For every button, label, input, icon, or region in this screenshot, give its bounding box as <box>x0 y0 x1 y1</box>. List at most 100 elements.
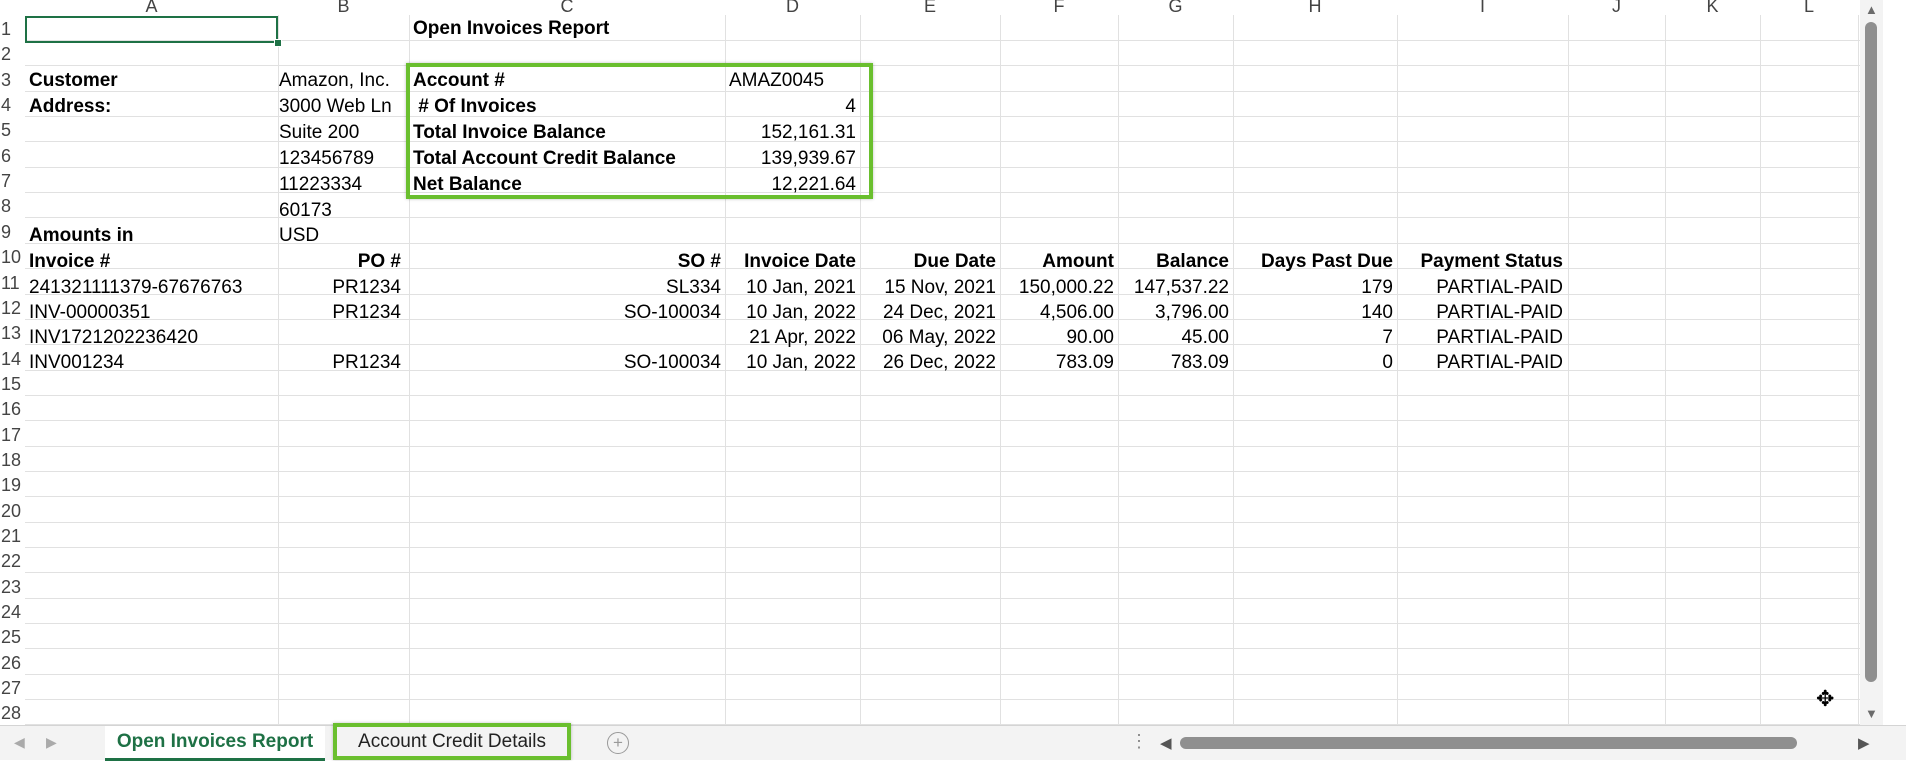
tab-splitter-icon[interactable]: ⋮ <box>1130 731 1148 752</box>
spreadsheet-grid[interactable]: ABCDEFGHIJKL 1 2 3 4 5 6 7 8 9 10 11 12 13 14 15 16 17 18… <box>0 0 1883 725</box>
days-past-due-cell[interactable]: 7 <box>1233 325 1397 351</box>
address-label[interactable]: Address: <box>25 94 279 120</box>
row-header-24[interactable]: 24 <box>0 599 26 624</box>
row-header-13[interactable]: 13 <box>0 320 26 345</box>
row-header-23[interactable]: 23 <box>0 574 26 599</box>
so-cell[interactable]: SL334 <box>409 275 725 301</box>
chevron-right-icon[interactable]: ▶ <box>46 734 57 751</box>
header-po-number[interactable]: PO # <box>275 249 405 275</box>
due-date-cell[interactable]: 15 Nov, 2021 <box>860 275 1000 301</box>
invoice-cell[interactable]: 241321111379-67676763 <box>25 275 279 301</box>
address-line-3[interactable]: 123456789 <box>275 146 409 172</box>
amount-cell[interactable]: 90.00 <box>1000 325 1118 351</box>
amounts-in-label[interactable]: Amounts in <box>25 223 279 249</box>
column-header-a[interactable]: A <box>25 0 278 14</box>
column-header-i[interactable]: I <box>1397 0 1568 14</box>
po-cell[interactable]: PR1234 <box>275 350 405 376</box>
header-invoice-date[interactable]: Invoice Date <box>725 249 860 275</box>
row-header-19[interactable]: 19 <box>0 472 26 497</box>
row-header-8[interactable]: 8 <box>0 193 26 218</box>
column-header-k[interactable]: K <box>1665 0 1760 14</box>
row-header-20[interactable]: 20 <box>0 498 26 523</box>
header-amount[interactable]: Amount <box>1000 249 1118 275</box>
column-header-h[interactable]: H <box>1233 0 1397 14</box>
vertical-scrollbar[interactable]: ▲ ▼ <box>1860 0 1883 725</box>
row-header-4[interactable]: 4 <box>0 92 26 117</box>
row-header-18[interactable]: 18 <box>0 447 26 472</box>
scroll-down-arrow-icon[interactable]: ▼ <box>1865 706 1878 721</box>
balance-cell[interactable]: 3,796.00 <box>1118 300 1233 326</box>
amount-cell[interactable]: 4,506.00 <box>1000 300 1118 326</box>
chevron-left-icon[interactable]: ◀ <box>14 734 25 751</box>
so-cell[interactable]: SO-100034 <box>409 300 725 326</box>
customer-value[interactable]: Amazon, Inc. <box>275 68 409 94</box>
address-line-2[interactable]: Suite 200 <box>275 120 409 146</box>
fill-handle[interactable] <box>274 39 282 47</box>
row-header-6[interactable]: 6 <box>0 143 26 168</box>
po-cell[interactable]: PR1234 <box>275 275 405 301</box>
customer-label[interactable]: Customer <box>25 68 279 94</box>
so-cell[interactable]: SO-100034 <box>409 350 725 376</box>
row-header-27[interactable]: 27 <box>0 675 26 700</box>
address-line-4[interactable]: 11223334 <box>275 172 409 198</box>
amounts-in-value[interactable]: USD <box>275 223 409 249</box>
scroll-left-arrow-icon[interactable]: ◀ <box>1160 734 1172 752</box>
balance-cell[interactable]: 147,537.22 <box>1118 275 1233 301</box>
header-so-number[interactable]: SO # <box>409 249 725 275</box>
row-header-26[interactable]: 26 <box>0 650 26 675</box>
invoice-cell[interactable]: INV001234 <box>25 350 279 376</box>
row-header-5[interactable]: 5 <box>0 117 26 142</box>
due-date-cell[interactable]: 24 Dec, 2021 <box>860 300 1000 326</box>
row-header-25[interactable]: 25 <box>0 624 26 649</box>
row-header-9[interactable]: 9 <box>0 219 26 244</box>
row-header-1[interactable]: 1 <box>0 16 26 41</box>
payment-status-cell[interactable]: PARTIAL-PAID <box>1397 350 1567 376</box>
po-cell[interactable]: PR1234 <box>275 300 405 326</box>
column-header-j[interactable]: J <box>1568 0 1665 14</box>
invoice-date-cell[interactable]: 10 Jan, 2021 <box>725 275 860 301</box>
invoice-date-cell[interactable]: 10 Jan, 2022 <box>725 300 860 326</box>
due-date-cell[interactable]: 06 May, 2022 <box>860 325 1000 351</box>
payment-status-cell[interactable]: PARTIAL-PAID <box>1397 300 1567 326</box>
row-header-11[interactable]: 11 <box>0 270 26 295</box>
row-header-15[interactable]: 15 <box>0 371 26 396</box>
row-header-7[interactable]: 7 <box>0 168 26 193</box>
row-header-2[interactable]: 2 <box>0 41 26 66</box>
invoice-cell[interactable]: INV-00000351 <box>25 300 279 326</box>
row-header-14[interactable]: 14 <box>0 346 26 371</box>
amount-cell[interactable]: 783.09 <box>1000 350 1118 376</box>
scroll-right-arrow-icon[interactable]: ▶ <box>1858 734 1870 752</box>
address-line-1[interactable]: 3000 Web Ln <box>275 94 409 120</box>
header-days-past-due[interactable]: Days Past Due <box>1233 249 1397 275</box>
header-due-date[interactable]: Due Date <box>860 249 1000 275</box>
column-header-l[interactable]: L <box>1760 0 1858 14</box>
column-header-e[interactable]: E <box>860 0 1000 14</box>
vertical-scroll-thumb[interactable] <box>1865 22 1877 682</box>
header-balance[interactable]: Balance <box>1118 249 1233 275</box>
tab-open-invoices-report[interactable]: Open Invoices Report <box>105 726 325 761</box>
days-past-due-cell[interactable]: 140 <box>1233 300 1397 326</box>
header-payment-status[interactable]: Payment Status <box>1397 249 1567 275</box>
column-header-g[interactable]: G <box>1118 0 1233 14</box>
payment-status-cell[interactable]: PARTIAL-PAID <box>1397 275 1567 301</box>
plus-circle-icon[interactable]: + <box>607 732 629 754</box>
balance-cell[interactable]: 45.00 <box>1118 325 1233 351</box>
payment-status-cell[interactable]: PARTIAL-PAID <box>1397 325 1567 351</box>
days-past-due-cell[interactable]: 179 <box>1233 275 1397 301</box>
row-header-21[interactable]: 21 <box>0 523 26 548</box>
row-header-10[interactable]: 10 <box>0 244 26 269</box>
balance-cell[interactable]: 783.09 <box>1118 350 1233 376</box>
row-header-28[interactable]: 28 <box>0 700 26 725</box>
row-header-3[interactable]: 3 <box>0 67 26 92</box>
row-header-12[interactable]: 12 <box>0 295 26 320</box>
row-header-22[interactable]: 22 <box>0 548 26 573</box>
due-date-cell[interactable]: 26 Dec, 2022 <box>860 350 1000 376</box>
column-header-b[interactable]: B <box>278 0 409 14</box>
invoice-cell[interactable]: INV1721202236420 <box>25 325 279 351</box>
days-past-due-cell[interactable]: 0 <box>1233 350 1397 376</box>
invoice-date-cell[interactable]: 10 Jan, 2022 <box>725 350 860 376</box>
column-header-d[interactable]: D <box>725 0 860 14</box>
amount-cell[interactable]: 150,000.22 <box>1000 275 1118 301</box>
header-invoice-number[interactable]: Invoice # <box>25 249 279 275</box>
scroll-up-arrow-icon[interactable]: ▲ <box>1865 2 1878 17</box>
